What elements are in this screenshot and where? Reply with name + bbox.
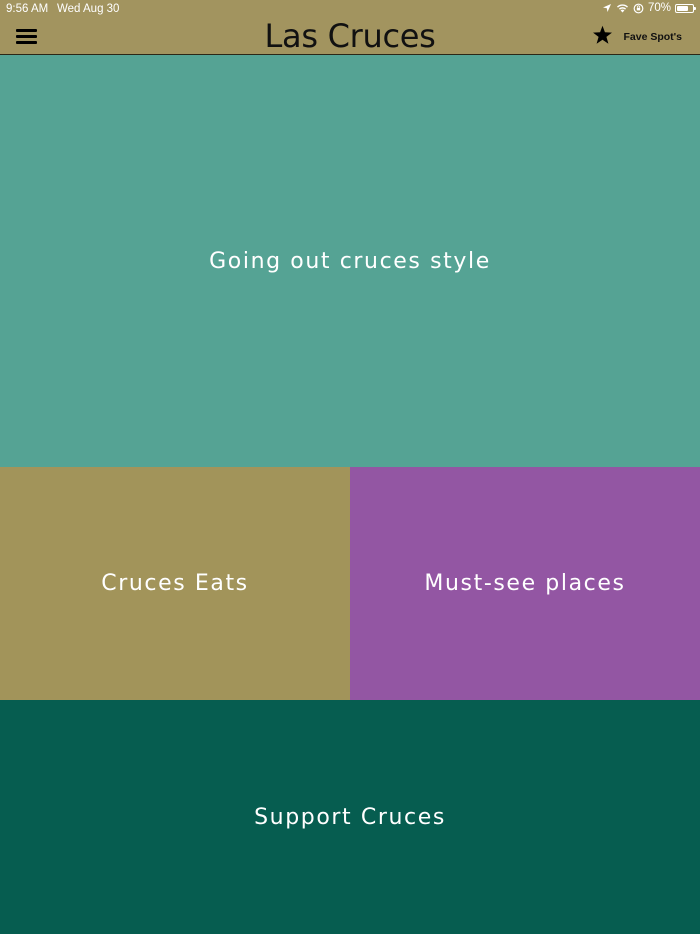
support-cruces-tile[interactable]: Support Cruces <box>0 700 700 934</box>
fave-spots-label: Fave Spot's <box>623 31 682 43</box>
going-out-tile[interactable]: Going out cruces style <box>0 55 700 467</box>
cruces-eats-tile[interactable]: Cruces Eats <box>0 467 350 700</box>
orientation-lock-icon <box>633 3 644 14</box>
battery-percent: 70% <box>647 2 671 14</box>
must-see-places-label: Must-see places <box>424 571 626 596</box>
support-cruces-label: Support Cruces <box>254 804 446 830</box>
status-indicators: 70% <box>602 2 696 14</box>
star-icon <box>592 25 613 50</box>
location-arrow-icon <box>602 3 612 13</box>
status-bar: 9:56 AM Wed Aug 30 70% <box>0 0 700 18</box>
status-date: Wed Aug 30 <box>57 3 120 15</box>
cruces-eats-label: Cruces Eats <box>101 571 249 596</box>
status-time: 9:56 AM <box>6 3 49 15</box>
navigation-bar: Las Cruces Fave Spot's <box>0 18 700 55</box>
going-out-label: Going out cruces style <box>209 248 491 274</box>
must-see-places-tile[interactable]: Must-see places <box>350 467 700 700</box>
fave-spots-button[interactable]: Fave Spot's <box>592 25 682 50</box>
battery-fill <box>677 5 688 11</box>
app-screen: 9:56 AM Wed Aug 30 70% Las Cruces Fave S… <box>0 0 700 934</box>
battery-icon <box>675 3 696 13</box>
wifi-icon <box>616 3 629 13</box>
